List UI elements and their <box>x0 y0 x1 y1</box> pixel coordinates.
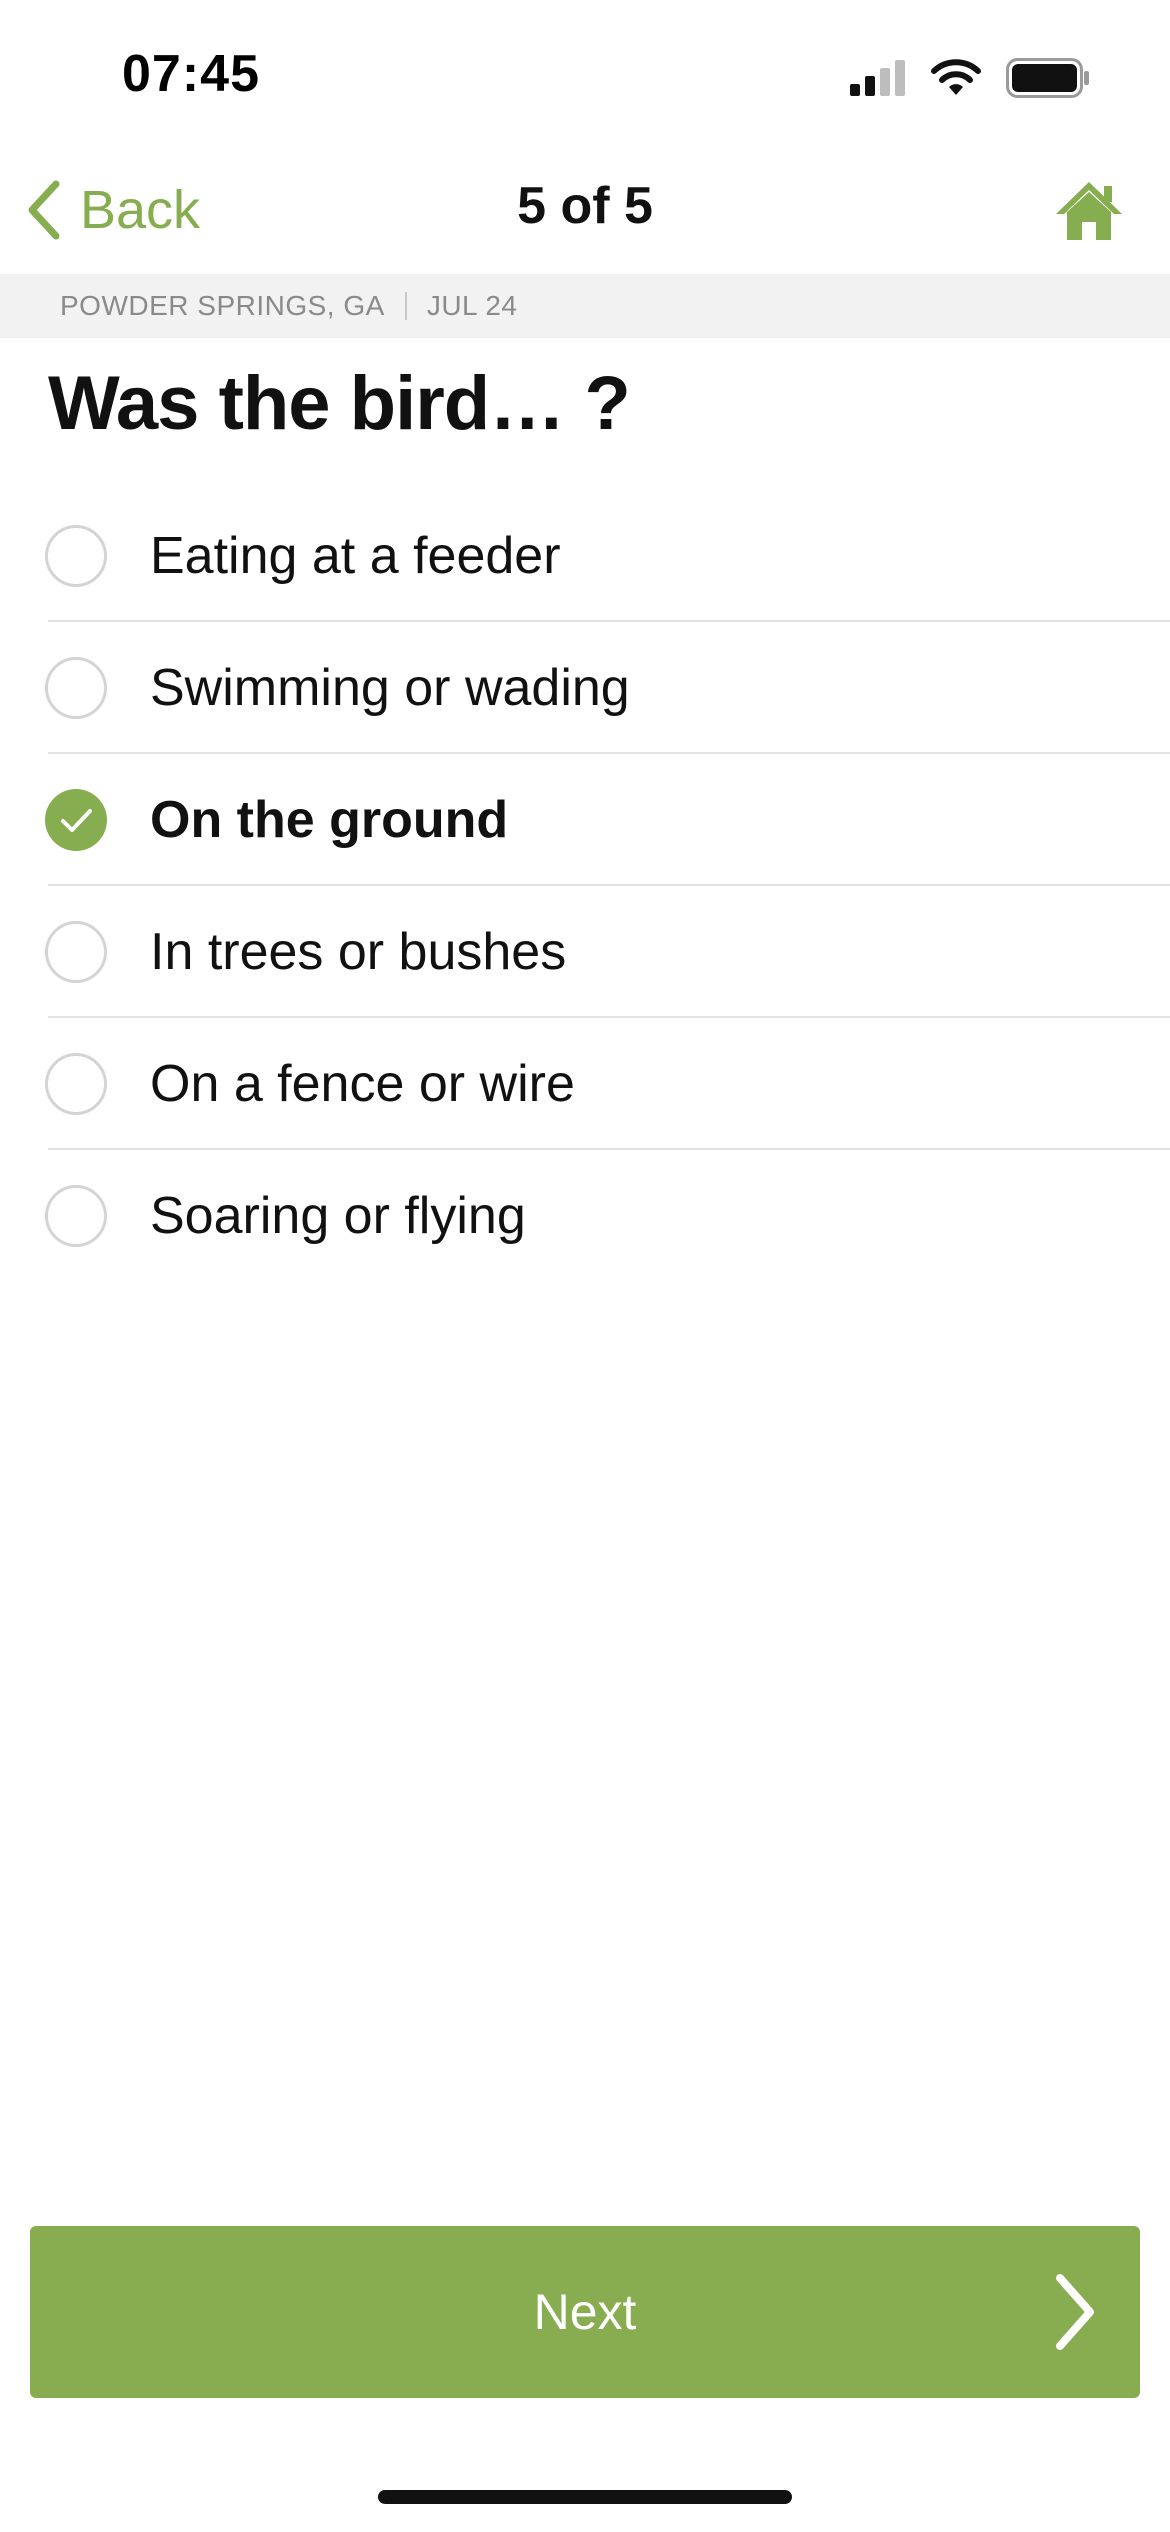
option-label: On a fence or wire <box>150 1055 575 1113</box>
option-on-the-ground[interactable]: On the ground <box>0 754 1170 886</box>
home-icon <box>1056 182 1122 240</box>
chevron-right-icon <box>1056 2274 1094 2350</box>
cellular-signal-icon <box>850 60 905 96</box>
nav-bar: Back 5 of 5 <box>0 150 1170 274</box>
home-button[interactable] <box>1054 176 1124 246</box>
option-label: Soaring or flying <box>150 1187 526 1245</box>
option-label: Eating at a feeder <box>150 527 561 585</box>
status-bar: 07:45 <box>0 0 1170 150</box>
question-title: Was the bird… ? <box>48 361 631 446</box>
radio-button[interactable] <box>45 1053 107 1115</box>
status-time: 07:45 <box>122 45 260 103</box>
next-label: Next <box>533 2284 637 2340</box>
checkmark-icon <box>61 809 92 832</box>
option-label: Swimming or wading <box>150 659 630 717</box>
option-in-trees-or-bushes[interactable]: In trees or bushes <box>0 886 1170 1018</box>
chevron-left-icon <box>28 180 60 240</box>
option-label: On the ground <box>150 791 509 849</box>
radio-button[interactable] <box>45 921 107 983</box>
info-separator <box>404 292 407 320</box>
wifi-icon <box>931 59 981 95</box>
screen: 07:45 Back 5 of 5 POWDER SPRINGS, GA JUL… <box>0 0 1170 2532</box>
date-text: JUL 24 <box>426 290 518 321</box>
status-icons <box>850 58 1090 98</box>
radio-button[interactable] <box>45 1185 107 1247</box>
back-button[interactable]: Back <box>24 172 200 248</box>
option-label: In trees or bushes <box>150 923 567 981</box>
next-button[interactable]: Next <box>30 2226 1140 2398</box>
option-eating-at-feeder[interactable]: Eating at a feeder <box>0 490 1170 622</box>
location-date-strip: POWDER SPRINGS, GA JUL 24 <box>0 274 1170 338</box>
option-soaring-or-flying[interactable]: Soaring or flying <box>0 1150 1170 1282</box>
radio-button-checked[interactable] <box>45 789 107 851</box>
radio-button[interactable] <box>45 657 107 719</box>
home-indicator[interactable] <box>378 2490 792 2504</box>
options-list: Eating at a feeder Swimming or wading On… <box>0 490 1170 1282</box>
back-label: Back <box>80 180 201 240</box>
option-swimming-or-wading[interactable]: Swimming or wading <box>0 622 1170 754</box>
location-text: POWDER SPRINGS, GA <box>60 290 385 321</box>
option-on-fence-or-wire[interactable]: On a fence or wire <box>0 1018 1170 1150</box>
battery-icon <box>1006 58 1089 98</box>
radio-button[interactable] <box>45 525 107 587</box>
